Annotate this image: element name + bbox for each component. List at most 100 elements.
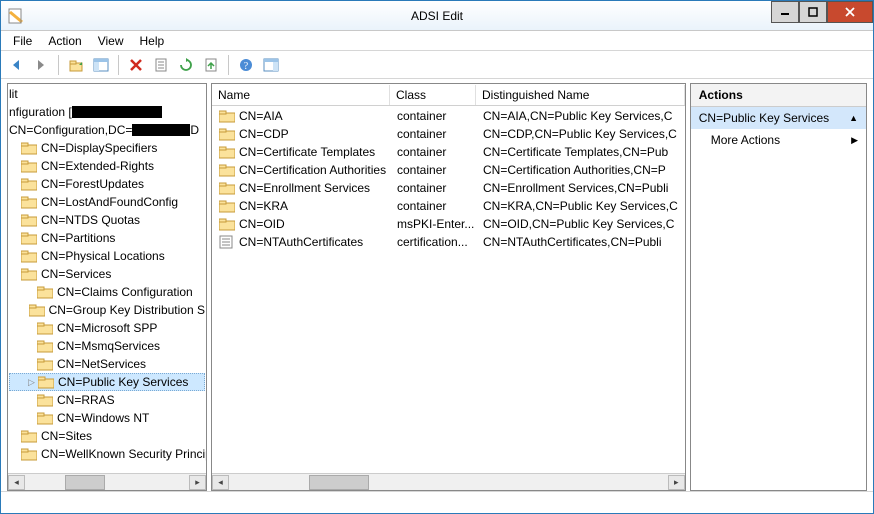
folder-icon	[219, 217, 235, 231]
menu-view[interactable]: View	[90, 32, 132, 50]
actions-more[interactable]: More Actions ▶	[691, 129, 866, 151]
tree-item[interactable]: CN=MsmqServices	[9, 337, 205, 355]
show-hide-tree-button[interactable]	[90, 54, 112, 76]
up-button[interactable]	[65, 54, 87, 76]
tree-label: CN=Windows NT	[57, 411, 149, 425]
back-button[interactable]	[5, 54, 27, 76]
tree-item[interactable]: CN=NTDS Quotas	[9, 211, 205, 229]
redacted	[72, 106, 162, 118]
maximize-button[interactable]	[799, 1, 827, 23]
status-bar	[1, 491, 873, 513]
tree-item[interactable]: CN=NetServices	[9, 355, 205, 373]
tree-item[interactable]: CN=WellKnown Security Principa	[9, 445, 205, 463]
list-dn: CN=CDP,CN=Public Key Services,C	[477, 127, 684, 141]
title-bar: ADSI Edit	[1, 1, 873, 31]
tree-label: lit	[9, 87, 18, 101]
scroll-right-button[interactable]: ▸	[189, 475, 206, 490]
delete-button[interactable]	[125, 54, 147, 76]
tree-item[interactable]: CN=Partitions	[9, 229, 205, 247]
tree-root[interactable]: lit	[9, 85, 205, 103]
menu-file[interactable]: File	[5, 32, 40, 50]
list-row[interactable]: CN=NTAuthCertificatescertification...CN=…	[213, 233, 684, 251]
close-button[interactable]	[827, 1, 873, 23]
tree-item[interactable]: CN=Microsoft SPP	[9, 319, 205, 337]
list-class: msPKI-Enter...	[391, 217, 477, 231]
folder-icon	[37, 285, 53, 299]
tree-services[interactable]: CN=Services	[9, 265, 205, 283]
tree-item[interactable]: CN=DisplaySpecifiers	[9, 139, 205, 157]
col-dn[interactable]: Distinguished Name	[476, 85, 685, 105]
tree-label: CN=DisplaySpecifiers	[41, 141, 157, 155]
list-row[interactable]: CN=AIAcontainerCN=AIA,CN=Public Key Serv…	[213, 107, 684, 125]
tree-label: CN=Sites	[41, 429, 92, 443]
tree-item[interactable]: CN=Claims Configuration	[9, 283, 205, 301]
list-hscroll[interactable]: ◂ ▸	[212, 473, 685, 490]
help-button[interactable]: ?	[235, 54, 257, 76]
menu-help[interactable]: Help	[132, 32, 173, 50]
list-body[interactable]: CN=AIAcontainerCN=AIA,CN=Public Key Serv…	[212, 106, 685, 473]
tree-item[interactable]: CN=Group Key Distribution S	[9, 301, 205, 319]
tree-hscroll[interactable]: ◂ ▸	[8, 473, 206, 490]
tree-item[interactable]: CN=Extended-Rights	[9, 157, 205, 175]
menu-bar: File Action View Help	[1, 31, 873, 51]
scroll-left-button[interactable]: ◂	[212, 475, 229, 490]
tree-label: CN=MsmqServices	[57, 339, 160, 353]
folder-icon	[37, 321, 53, 335]
scroll-track[interactable]	[25, 475, 189, 490]
tree-label: CN=RRAS	[57, 393, 115, 407]
minimize-button[interactable]	[771, 1, 799, 23]
tree-body[interactable]: lit nfiguration [ CN=Configuration,DC=D …	[8, 84, 206, 473]
actions-selection[interactable]: CN=Public Key Services ▲	[691, 107, 866, 129]
tree-item-selected[interactable]: ▷CN=Public Key Services	[9, 373, 205, 391]
list-row[interactable]: CN=KRAcontainerCN=KRA,CN=Public Key Serv…	[213, 197, 684, 215]
list-row[interactable]: CN=Enrollment ServicescontainerCN=Enroll…	[213, 179, 684, 197]
folder-icon	[21, 249, 37, 263]
tree-pane: lit nfiguration [ CN=Configuration,DC=D …	[7, 83, 207, 491]
properties-button[interactable]	[150, 54, 172, 76]
list-dn: CN=Certificate Templates,CN=Pub	[477, 145, 684, 159]
tree-label: CN=NetServices	[57, 357, 146, 371]
list-name: CN=CDP	[239, 127, 289, 141]
tree-item[interactable]: CN=ForestUpdates	[9, 175, 205, 193]
list-dn: CN=Certification Authorities,CN=P	[477, 163, 684, 177]
tree-label: CN=LostAndFoundConfig	[41, 195, 178, 209]
scroll-track[interactable]	[229, 475, 668, 490]
show-hide-action-button[interactable]	[260, 54, 282, 76]
list-row[interactable]: CN=Certification AuthoritiescontainerCN=…	[213, 161, 684, 179]
list-dn: CN=NTAuthCertificates,CN=Publi	[477, 235, 684, 249]
window-title: ADSI Edit	[411, 9, 463, 23]
tree-item[interactable]: CN=Windows NT	[9, 409, 205, 427]
refresh-button[interactable]	[175, 54, 197, 76]
toolbar: ?	[1, 51, 873, 79]
list-row[interactable]: CN=OIDmsPKI-Enter...CN=OID,CN=Public Key…	[213, 215, 684, 233]
col-class[interactable]: Class	[390, 85, 476, 105]
tree-item[interactable]: CN=Sites	[9, 427, 205, 445]
list-row[interactable]: CN=CDPcontainerCN=CDP,CN=Public Key Serv…	[213, 125, 684, 143]
svg-text:?: ?	[244, 61, 249, 72]
forward-button[interactable]	[30, 54, 52, 76]
list-class: container	[391, 163, 477, 177]
actions-pane: Actions CN=Public Key Services ▲ More Ac…	[690, 83, 867, 491]
list-header: Name Class Distinguished Name	[212, 84, 685, 106]
col-name[interactable]: Name	[212, 85, 390, 105]
scroll-left-button[interactable]: ◂	[8, 475, 25, 490]
folder-icon	[219, 163, 235, 177]
list-class: container	[391, 181, 477, 195]
list-name: CN=AIA	[239, 109, 283, 123]
tree-config-partial[interactable]: nfiguration [	[9, 103, 205, 121]
folder-icon	[21, 195, 37, 209]
tree-label-tail: D	[190, 123, 199, 137]
folder-icon	[37, 339, 53, 353]
scroll-thumb[interactable]	[65, 475, 105, 490]
export-button[interactable]	[200, 54, 222, 76]
collapse-icon[interactable]: ▲	[849, 113, 858, 123]
tree-item[interactable]: CN=LostAndFoundConfig	[9, 193, 205, 211]
tree-label: CN=Claims Configuration	[57, 285, 193, 299]
tree-item[interactable]: CN=RRAS	[9, 391, 205, 409]
tree-item[interactable]: CN=Physical Locations	[9, 247, 205, 265]
scroll-right-button[interactable]: ▸	[668, 475, 685, 490]
menu-action[interactable]: Action	[40, 32, 89, 50]
scroll-thumb[interactable]	[309, 475, 369, 490]
tree-config-full[interactable]: CN=Configuration,DC=D	[9, 121, 205, 139]
list-row[interactable]: CN=Certificate TemplatescontainerCN=Cert…	[213, 143, 684, 161]
